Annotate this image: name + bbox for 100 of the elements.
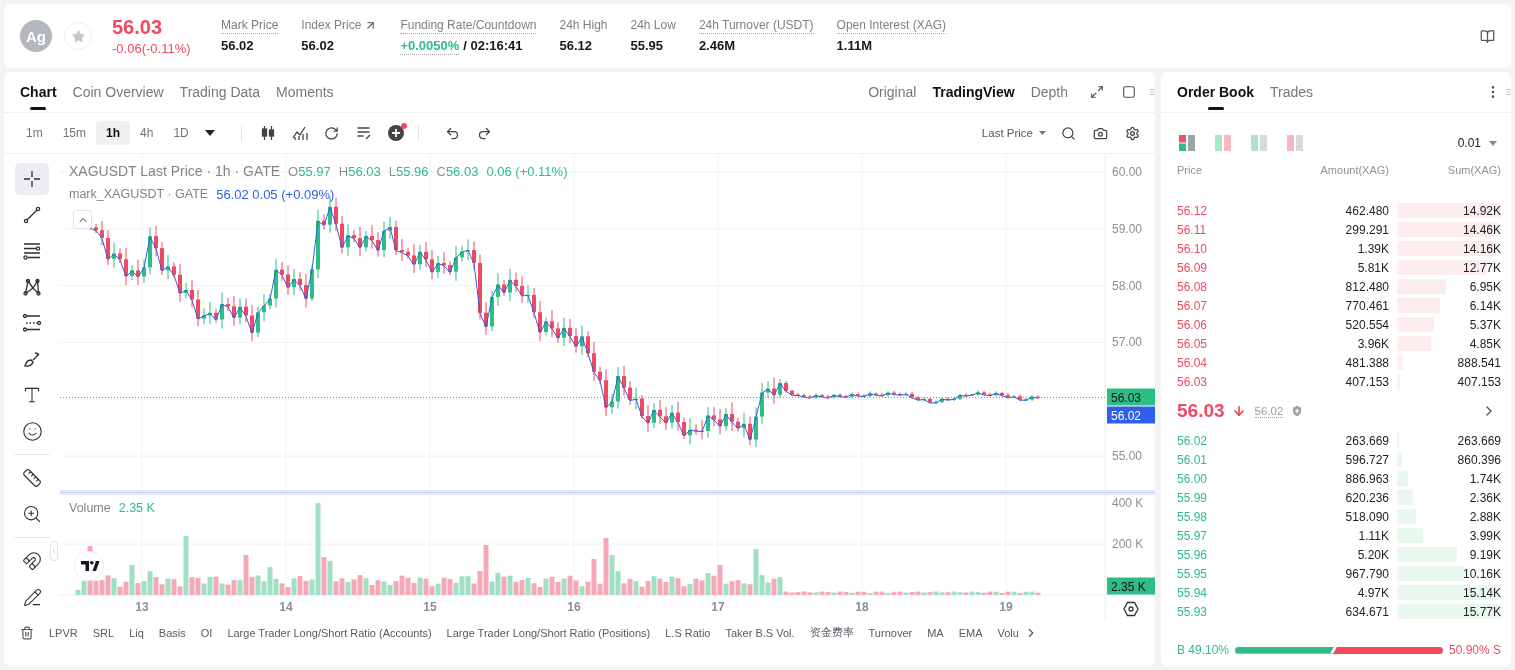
price-source-select[interactable]: Last Price	[981, 127, 1046, 139]
bid-price: 55.97	[1177, 528, 1208, 543]
indicator-option[interactable]: L.S Ratio	[665, 626, 711, 639]
stat-value: 56.02	[301, 37, 334, 55]
stat-label: Funding Rate/Countdown	[400, 17, 537, 34]
order-amount: 263.669	[1345, 433, 1389, 448]
order-amount: 1.39K	[1357, 241, 1389, 256]
collapse-legend-button[interactable]	[73, 210, 92, 229]
interval-button[interactable]: 4h	[130, 121, 164, 145]
chart-tab[interactable]: Moments	[276, 72, 334, 112]
order-amount: 4.97K	[1357, 585, 1389, 600]
indicator-option[interactable]: OI	[200, 626, 213, 639]
indicator-option[interactable]: Taker B.S Vol.	[725, 626, 795, 639]
time-axis-label: 13	[135, 600, 149, 614]
indicator-option[interactable]: Large Trader Long/Short Ratio (Accounts)	[227, 626, 432, 639]
side-by-side-layout-icon	[1215, 135, 1231, 151]
order-sum: 14.46K	[1462, 222, 1501, 237]
layout-option[interactable]	[1179, 135, 1195, 151]
indicator-option[interactable]: EMA	[958, 626, 983, 639]
price-axis-label: 58.00	[1112, 278, 1143, 293]
bid-price: 56.02	[1177, 433, 1208, 448]
text-icon	[22, 385, 42, 405]
indicator-option[interactable]: MA	[927, 626, 944, 639]
grip-icon	[1150, 89, 1155, 95]
view-tab[interactable]: Original	[868, 72, 917, 112]
mark-price-title: mark_XAGUSDT · GATE	[69, 187, 209, 201]
bids-layout-icon	[1251, 135, 1267, 151]
stat-value: 55.95	[630, 37, 664, 55]
indicator-option[interactable]: Volu	[997, 626, 1019, 639]
order-amount: 462.480	[1345, 203, 1389, 218]
order-amount: 520.554	[1345, 317, 1389, 332]
interval-button[interactable]: 1h	[96, 121, 131, 145]
candles-icon	[259, 125, 276, 141]
parallel-lines-icon	[22, 241, 42, 261]
stat-label: 24h Low	[630, 17, 676, 34]
interval-button[interactable]: 1D	[163, 121, 199, 145]
order-sum: 15.77K	[1462, 604, 1501, 619]
indicator-option[interactable]: Turnover	[868, 626, 913, 639]
indicator-option[interactable]: Liq	[129, 626, 144, 639]
order-amount: 620.236	[1345, 490, 1389, 505]
precision-select[interactable]: 0.01	[1457, 136, 1497, 150]
search-icon	[1060, 125, 1076, 141]
indicator-option[interactable]: Large Trader Long/Short Ratio (Positions)	[446, 626, 651, 639]
settings-icon	[1124, 125, 1140, 141]
indicator-option[interactable]: 资金费率	[809, 625, 854, 640]
chart-tab[interactable]: Trading Data	[179, 72, 260, 112]
view-tab[interactable]: TradingView	[932, 72, 1015, 112]
coin-badge: Ag	[20, 20, 52, 52]
stat-label: Mark Price	[221, 17, 279, 34]
bid-price: 55.94	[1177, 585, 1208, 600]
funding-rate-value: +0.0050%	[400, 37, 460, 55]
axis-settings-button[interactable]	[1121, 599, 1141, 619]
indicator-option[interactable]: LPVR	[49, 626, 78, 639]
pencil-icon	[22, 587, 42, 607]
time-axis-label: 16	[567, 600, 581, 614]
order-book-tab[interactable]: Order Book	[1177, 72, 1254, 112]
side-collapse-handle[interactable]	[50, 541, 58, 561]
order-sum: 2.88K	[1469, 509, 1501, 524]
order-amount: 886.963	[1345, 471, 1389, 486]
crosshair-tool-button[interactable]	[15, 163, 49, 195]
order-sum: 9.19K	[1469, 547, 1501, 562]
buy-ratio: B 49.10%	[1177, 643, 1230, 657]
price-axis-label: 55.00	[1112, 449, 1143, 463]
order-amount: 299.291	[1345, 222, 1389, 237]
plus-circle-icon	[387, 125, 404, 141]
indicator-option[interactable]: Basis	[158, 626, 186, 639]
order-book-tab[interactable]: Trades	[1270, 72, 1314, 112]
trash-icon[interactable]	[20, 625, 34, 640]
order-sum: 12.77K	[1462, 260, 1501, 275]
interval-button[interactable]: 15m	[52, 121, 96, 145]
ask-price: 56.08	[1177, 279, 1208, 294]
interval-button[interactable]: 1m	[16, 121, 53, 145]
last-price: 56.03	[112, 15, 163, 38]
order-amount: 634.671	[1345, 604, 1389, 619]
order-sum: 5.37K	[1469, 317, 1501, 332]
smiley-icon	[21, 420, 43, 442]
chart-tab[interactable]: Coin Overview	[72, 72, 164, 112]
order-sum: 15.14K	[1462, 585, 1501, 600]
caret-down-icon	[1489, 140, 1497, 146]
order-amount: 1.11K	[1358, 528, 1389, 543]
order-amount: 518.090	[1345, 509, 1389, 524]
ask-price: 56.04	[1177, 355, 1208, 370]
bid-price: 55.93	[1177, 604, 1208, 619]
indicator-option[interactable]: SRL	[92, 626, 115, 639]
stat-value: 56.12	[559, 37, 592, 55]
order-sum: 2.36K	[1469, 490, 1501, 505]
ask-price: 56.11	[1177, 222, 1207, 237]
ask-price: 56.09	[1177, 260, 1208, 275]
book-icon[interactable]	[1480, 28, 1495, 44]
order-amount: 967.790	[1345, 566, 1389, 581]
order-amount: 3.96K	[1357, 336, 1389, 351]
caret-down-icon	[204, 130, 215, 136]
stat-label: Index Price	[301, 17, 362, 34]
bid-price: 55.98	[1177, 509, 1208, 524]
volume-title: Volume	[69, 501, 111, 515]
price-axis-label: 59.00	[1112, 221, 1143, 236]
chart-tab[interactable]: Chart	[20, 72, 57, 112]
price-change: -0.06(-0.11%)	[112, 40, 191, 57]
redo-icon	[477, 125, 493, 141]
view-tab[interactable]: Depth	[1030, 72, 1068, 112]
